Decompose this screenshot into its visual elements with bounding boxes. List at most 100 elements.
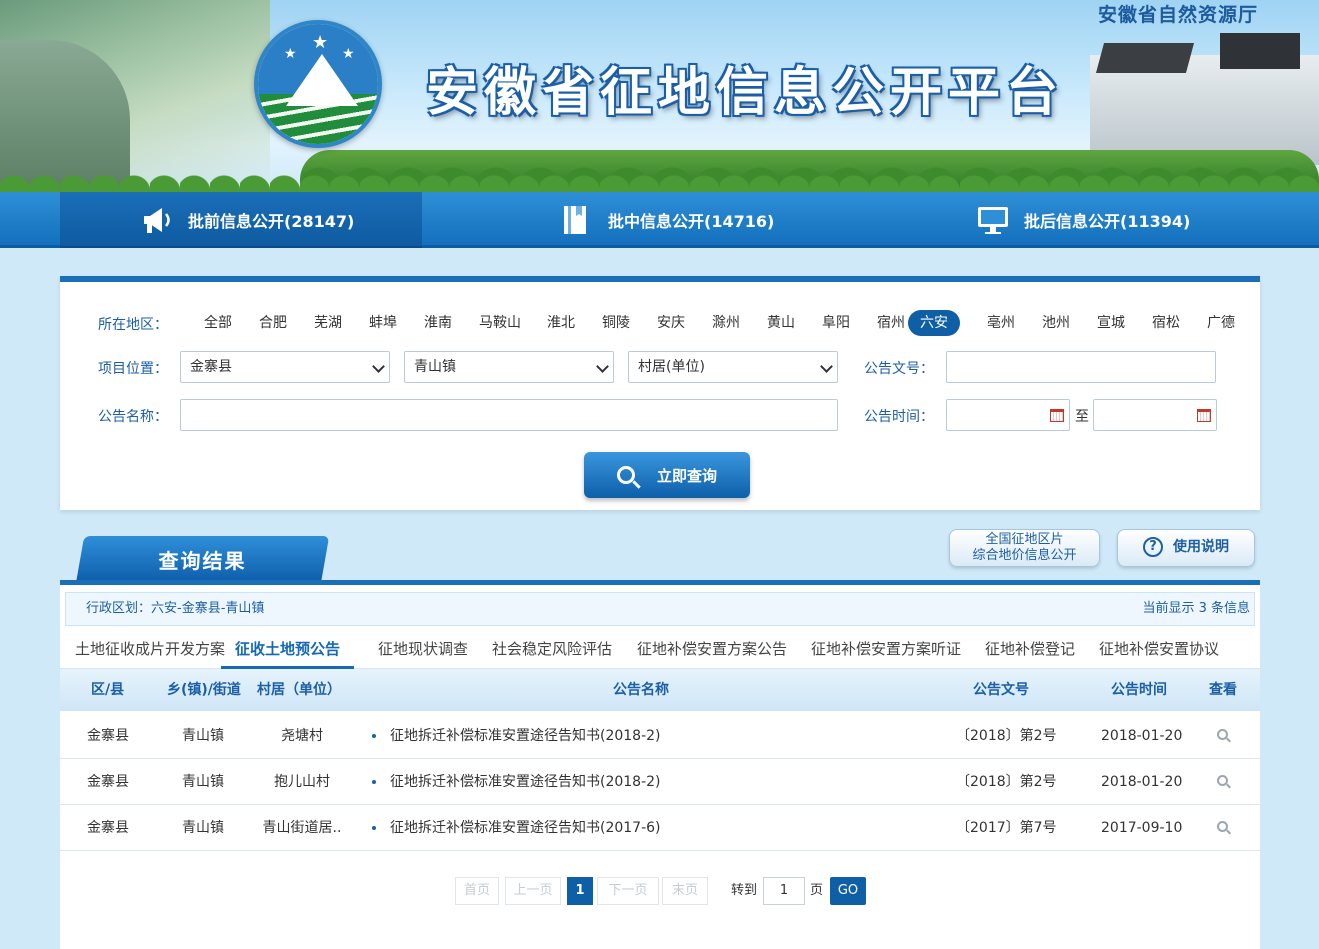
cell-notice-name[interactable]: 征地拆迁补偿标准安置途径告知书(2017-6): [372, 805, 661, 851]
tab-item[interactable]: 征地补偿安置协议: [1099, 629, 1219, 669]
region-option[interactable]: 全部: [192, 310, 244, 336]
help-button[interactable]: ? 使用说明: [1117, 529, 1255, 567]
cell-county: 金寨县: [87, 774, 129, 790]
col-doc: 公告文号: [973, 682, 1029, 698]
tab-item[interactable]: 征地补偿安置方案公告: [637, 629, 787, 669]
notice-name-input[interactable]: [180, 399, 838, 431]
notice-name-link[interactable]: 征地拆迁补偿标准安置途径告知书(2017-6): [390, 820, 661, 836]
region-option[interactable]: 宣城: [1085, 310, 1137, 336]
tab-item[interactable]: 征收土地预公告: [221, 629, 355, 669]
search-panel: 所在地区： 全部 合肥 芜湖 蚌埠 淮南 马鞍山 淮北 铜陵 安庆 滁州 黄山 阜阳 宿州 六安 亳州 池州宣…: [60, 276, 1260, 510]
name-label: 公告名称：: [98, 409, 168, 425]
region-option[interactable]: 滁州: [700, 310, 752, 336]
cell-date: 2017-09-10: [1101, 820, 1183, 836]
magnifier-icon[interactable]: [1217, 775, 1228, 786]
region-option[interactable]: 六安: [908, 310, 960, 336]
col-date: 公告时间: [1111, 682, 1167, 698]
col-village: 村居（单位）: [257, 682, 341, 698]
cell-doc-no: 〔2017〕第7号: [956, 820, 1057, 836]
chevron-down-icon: [820, 360, 833, 373]
county-select[interactable]: 金寨县: [180, 351, 390, 383]
village-select[interactable]: 村居(单位): [628, 351, 838, 383]
next-page-button[interactable]: 下一页: [597, 877, 659, 905]
town-select-value: 青山镇: [414, 359, 456, 375]
notice-name-link[interactable]: 征地拆迁补偿标准安置途径告知书(2018-2): [390, 728, 661, 744]
current-page-button[interactable]: 1: [567, 877, 593, 905]
cell-town: 青山镇: [182, 728, 224, 744]
nav-pre-approval-label: 批前信息公开(28147): [188, 212, 355, 231]
search-button-label: 立即查询: [656, 466, 717, 485]
page-unit-label: 页: [810, 883, 824, 898]
national-land-price-line1: 全国征地区片: [985, 532, 1064, 547]
page-number-input[interactable]: 1: [763, 877, 805, 905]
calendar-icon[interactable]: [1197, 409, 1211, 422]
national-land-price-line2: 综合地价信息公开: [972, 548, 1077, 563]
table-row[interactable]: 金寨县 青山镇 青山街道居.. 征地拆迁补偿标准安置途径告知书(2017-6) 〔201…: [60, 805, 1260, 851]
cell-notice-name[interactable]: 征地拆迁补偿标准安置途径告知书(2018-2): [372, 713, 661, 759]
town-select[interactable]: 青山镇: [404, 351, 614, 383]
region-option[interactable]: 芜湖: [302, 310, 354, 336]
time-label: 公告时间：: [864, 409, 934, 425]
region-option[interactable]: 宿松: [1140, 310, 1192, 336]
doc-no-label: 公告文号：: [864, 361, 934, 377]
cell-date: 2018-01-20: [1101, 728, 1183, 744]
magnifier-icon[interactable]: [1217, 729, 1228, 740]
tab-item[interactable]: 征地补偿安置方案听证: [811, 629, 961, 669]
tab-item[interactable]: 社会稳定风险评估: [492, 629, 612, 669]
goto-label: 转到: [731, 883, 758, 898]
megaphone-icon: [140, 204, 174, 236]
platform-logo-icon[interactable]: ★ ★ ★: [254, 20, 382, 148]
bullet-icon: [372, 780, 376, 784]
region-option[interactable]: 淮北: [535, 310, 587, 336]
region-option[interactable]: 广德: [1195, 310, 1247, 336]
search-button[interactable]: 立即查询: [584, 452, 750, 498]
cell-village: 尧塘村: [281, 728, 323, 744]
table-row[interactable]: 金寨县 青山镇 抱儿山村 征地拆迁补偿标准安置途径告知书(2018-2) 〔2018〕第…: [60, 759, 1260, 805]
region-option[interactable]: 马鞍山: [467, 310, 533, 336]
cell-view[interactable]: [1217, 805, 1228, 851]
tab-item[interactable]: 征地现状调查: [378, 629, 468, 669]
region-option[interactable]: 阜阳: [810, 310, 862, 336]
cell-notice-name[interactable]: 征地拆迁补偿标准安置途径告知书(2018-2): [372, 759, 661, 805]
region-option[interactable]: 池州: [1030, 310, 1082, 336]
village-houses: [1090, 33, 1319, 165]
header-banner: 安徽省自然资源厅 ★ ★ ★ 安徽省征地信息公开平台: [0, 0, 1319, 192]
region-option[interactable]: 蚌埠: [357, 310, 409, 336]
search-icon: [616, 466, 635, 484]
cell-view[interactable]: [1217, 713, 1228, 759]
county-select-value: 金寨县: [190, 359, 232, 375]
region-option[interactable]: 合肥: [247, 310, 299, 336]
category-tabs: 土地征收成片开发方案 征收土地预公告 征地现状调查 社会稳定风险评估 征地补偿安置方案公…: [60, 629, 1260, 669]
prev-page-button[interactable]: 上一页: [505, 877, 561, 905]
calendar-icon[interactable]: [1050, 409, 1064, 422]
region-path: 行政区划：六安-金寨县-青山镇: [86, 601, 265, 616]
magnifier-icon[interactable]: [1217, 821, 1228, 832]
nav-pre-approval[interactable]: 批前信息公开(28147): [60, 192, 422, 248]
cell-town: 青山镇: [182, 774, 224, 790]
region-option[interactable]: 铜陵: [590, 310, 642, 336]
national-land-price-button[interactable]: 全国征地区片 综合地价信息公开: [949, 529, 1100, 567]
region-option[interactable]: 亳州: [975, 310, 1027, 336]
region-option[interactable]: 黄山: [755, 310, 807, 336]
cell-date: 2018-01-20: [1101, 774, 1183, 790]
nav-in-approval[interactable]: 批中信息公开(14716): [560, 192, 920, 248]
col-town: 乡(镇)/街道: [167, 682, 241, 698]
cell-doc-no: 〔2018〕第2号: [956, 774, 1057, 790]
cell-town: 青山镇: [182, 820, 224, 836]
notice-name-link[interactable]: 征地拆迁补偿标准安置途径告知书(2018-2): [390, 774, 661, 790]
tab-item[interactable]: 土地征收成片开发方案: [75, 629, 225, 669]
village-select-value: 村居(单位): [638, 359, 705, 375]
main-nav: 批前信息公开(28147) 批中信息公开(14716) 批后信息公开(11394…: [0, 192, 1319, 248]
region-option[interactable]: 淮南: [412, 310, 464, 336]
nav-post-approval[interactable]: 批后信息公开(11394): [976, 192, 1276, 248]
help-button-label: 使用说明: [1173, 539, 1229, 555]
table-row[interactable]: 金寨县 青山镇 尧塘村 征地拆迁补偿标准安置途径告知书(2018-2) 〔2018〕第2…: [60, 713, 1260, 759]
bullet-icon: [372, 734, 376, 738]
last-page-button[interactable]: 末页: [662, 877, 708, 905]
go-button[interactable]: GO: [830, 877, 866, 905]
cell-view[interactable]: [1217, 759, 1228, 805]
first-page-button[interactable]: 首页: [455, 877, 499, 905]
tab-item[interactable]: 征地补偿登记: [985, 629, 1075, 669]
region-option[interactable]: 安庆: [645, 310, 697, 336]
doc-no-input[interactable]: [946, 351, 1216, 383]
